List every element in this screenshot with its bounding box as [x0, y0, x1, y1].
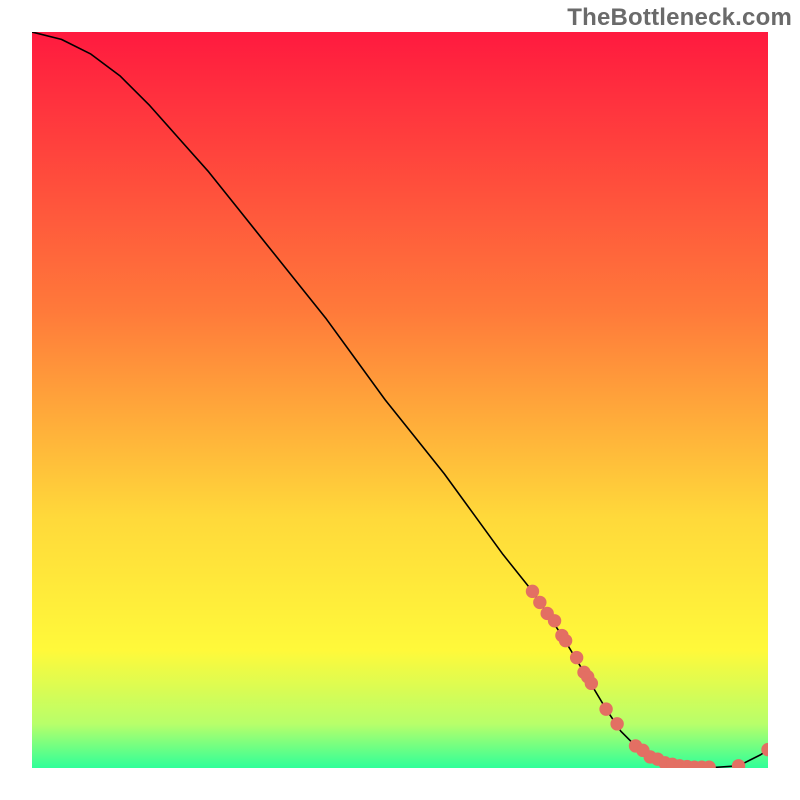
data-marker [526, 585, 538, 597]
marker-group [526, 585, 768, 768]
data-marker [534, 596, 546, 608]
data-marker [732, 760, 744, 768]
data-marker [585, 677, 597, 689]
bottleneck-curve [32, 32, 768, 767]
data-marker [611, 718, 623, 730]
data-marker [548, 615, 560, 627]
data-marker [570, 651, 582, 663]
data-marker [600, 703, 612, 715]
data-marker [559, 634, 571, 646]
plot-area [32, 32, 768, 768]
chart-stage: TheBottleneck.com [0, 0, 800, 800]
curve-layer-svg [32, 32, 768, 768]
watermark-label: TheBottleneck.com [567, 4, 792, 32]
